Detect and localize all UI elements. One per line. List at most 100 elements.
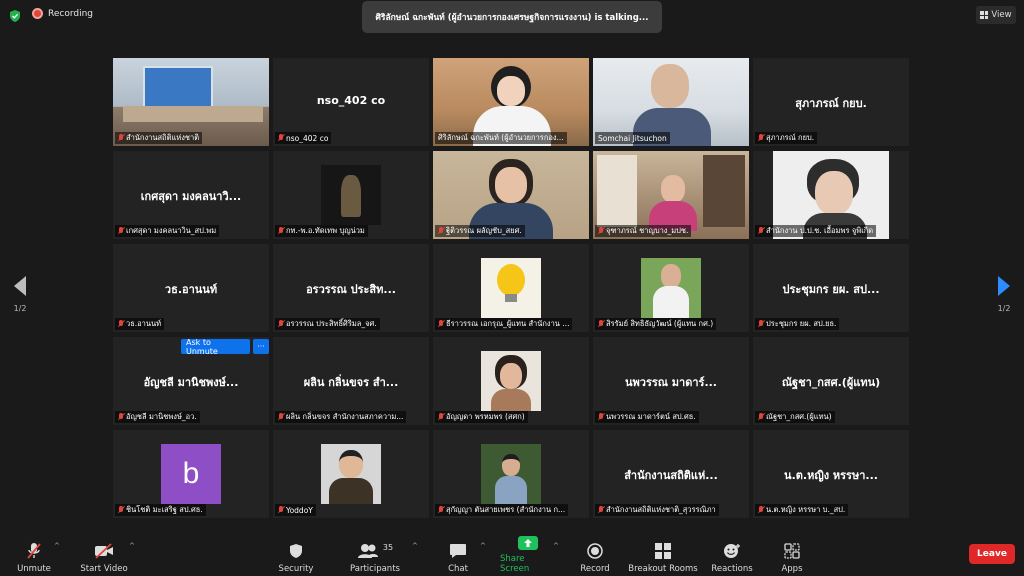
recording-dot-icon <box>32 8 43 19</box>
participants-label: Participants <box>350 564 400 574</box>
participant-name-label: กท.-พ.อ.ทัดเทพ บุญน่วม <box>275 225 368 237</box>
reactions-button[interactable]: Reactions <box>710 538 754 574</box>
profile-picture <box>481 258 541 318</box>
participants-count: 35 <box>382 542 394 552</box>
participant-name-label: ศิริลักษณ์ ฉกะพันท์ (ผู้อำนวยการกอง... <box>435 132 567 144</box>
muted-microphone-icon <box>26 542 42 560</box>
video-off-icon <box>94 542 114 560</box>
participant-name-label: ฐิติวรรณ ผลัญชับ_สยศ. <box>435 225 525 237</box>
participant-tile[interactable]: Somchai Jitsuchon <box>593 58 749 146</box>
participant-tile[interactable]: จุฑาภรณ์ ชาญบาง_มปช. <box>593 151 749 239</box>
breakout-rooms-icon <box>655 542 671 560</box>
apps-icon <box>784 542 800 560</box>
share-options-caret-icon[interactable]: ^ <box>553 542 559 550</box>
participant-display-name: อัญชลี มานิชพงษ์... <box>143 376 239 389</box>
breakout-rooms-button[interactable]: Breakout Rooms <box>628 538 698 574</box>
recording-indicator[interactable]: Recording <box>32 8 93 19</box>
muted-mic-icon <box>598 506 604 514</box>
chat-bubble-icon <box>449 542 467 560</box>
participant-display-name: อรวรรณ ประสิท... <box>306 283 396 296</box>
leave-button[interactable]: Leave <box>969 544 1015 564</box>
grid-view-icon <box>980 11 989 19</box>
participant-tile[interactable]: อรวรรณ ประสิท... อรวรรณ ประสิทธิ์ศิริมล_… <box>273 244 429 332</box>
participant-tile[interactable]: สำนักงาน ป.ป.ช. เอื้อมพร จูพิเกิด <box>753 151 909 239</box>
muted-mic-icon <box>118 134 124 142</box>
participants-button[interactable]: 35 Participants <box>346 538 404 575</box>
unmute-label: Unmute <box>17 564 51 574</box>
view-button[interactable]: View <box>976 6 1016 24</box>
share-screen-label: Share Screen <box>500 554 530 574</box>
participant-tile[interactable]: นพวรรณ มาดาร์... นพวรรณ มาดาร์ตน์ สป.ศธ. <box>593 337 749 425</box>
participant-tile[interactable]: Ask to Unmute ··· อัญชลี มานิชพงษ์... อั… <box>113 337 269 425</box>
unmute-button[interactable]: Unmute <box>14 538 54 574</box>
participant-tile-active-speaker[interactable]: ศิริลักษณ์ ฉกะพันท์ (ผู้อำนวยการกอง... <box>433 58 589 146</box>
page-indicator-right: 1/2 <box>997 304 1011 313</box>
muted-mic-icon <box>278 134 284 142</box>
participant-display-name: นพวรรณ มาดาร์... <box>625 376 717 389</box>
gallery-grid: สำนักงานสถิติแห่งชาติ nso_402 co nso_402… <box>113 58 911 518</box>
security-shield-icon[interactable] <box>8 9 22 23</box>
muted-mic-icon <box>118 413 124 421</box>
participant-tile[interactable]: YoddoY <box>273 430 429 518</box>
unmute-request-bar: Ask to Unmute ··· <box>181 338 269 356</box>
participant-tile[interactable]: ณัฐชา_กสศ.(ผู้แทน) ณัฐชา_กสศ.(ผู้แทน) <box>753 337 909 425</box>
participant-name-label: จุฑาภรณ์ ชาญบาง_มปช. <box>595 225 692 237</box>
muted-mic-icon <box>118 227 124 235</box>
share-screen-button[interactable]: Share Screen <box>500 536 556 574</box>
participant-name-label: เกศสุดา มงคลนาวิน_สป.พม <box>115 225 220 237</box>
participant-tile[interactable]: อัญญดา พรหมพร (สศก) <box>433 337 589 425</box>
more-options-button[interactable]: ··· <box>253 339 269 354</box>
apps-button[interactable]: Apps <box>774 538 810 574</box>
participant-tile[interactable]: ผลิน กลิ่นขจร สำ... ผลิน กลิ่นขจร สำนักง… <box>273 337 429 425</box>
security-shield-icon <box>289 542 303 560</box>
video-options-caret-icon[interactable]: ^ <box>129 542 135 550</box>
next-page-button[interactable]: 1/2 <box>992 276 1016 320</box>
participant-tile[interactable]: b ชินโชติ มะเสริฐ สป.ศธ. <box>113 430 269 518</box>
security-label: Security <box>278 564 314 574</box>
profile-picture <box>641 258 701 318</box>
participant-tile[interactable]: กท.-พ.อ.ทัดเทพ บุญน่วม <box>273 151 429 239</box>
participant-tile[interactable]: ธีราวรรณ เอกรุณ_ผู้แทน สำนักงาน ... <box>433 244 589 332</box>
participants-options-caret-icon[interactable]: ^ <box>412 542 418 550</box>
participant-display-name: น.ต.หญิง หรรษา... <box>784 469 878 482</box>
audio-options-caret-icon[interactable]: ^ <box>54 542 60 550</box>
participant-tile[interactable]: น.ต.หญิง หรรษา... น.ต.หญิง หรรษา บ._สป. <box>753 430 909 518</box>
participant-display-name: ณัฐชา_กสศ.(ผู้แทน) <box>781 376 881 389</box>
muted-mic-icon <box>598 413 604 421</box>
apps-label: Apps <box>781 564 803 574</box>
profile-picture <box>321 444 381 504</box>
chat-options-caret-icon[interactable]: ^ <box>480 542 486 550</box>
participant-tile[interactable]: ประชุมกร ยผ. สป... ประชุมกร ยผ. สป.ยธ. <box>753 244 909 332</box>
muted-mic-icon <box>278 413 284 421</box>
participant-tile[interactable]: สุภาภรณ์ กยบ. สุภาภรณ์ กยบ. <box>753 58 909 146</box>
muted-mic-icon <box>598 320 604 328</box>
start-video-button[interactable]: Start Video <box>78 538 130 574</box>
participant-tile[interactable]: ฐิติวรรณ ผลัญชับ_สยศ. <box>433 151 589 239</box>
security-button[interactable]: Security <box>276 538 316 574</box>
share-screen-icon <box>518 536 538 550</box>
participant-tile[interactable]: เกศสุดา มงคลนาวิ... เกศสุดา มงคลนาวิน_สป… <box>113 151 269 239</box>
participant-display-name: เกศสุดา มงคลนาวิ... <box>140 190 242 203</box>
arrow-right-icon <box>998 276 1010 296</box>
muted-mic-icon <box>758 320 764 328</box>
page-indicator-left: 1/2 <box>13 304 27 313</box>
participant-tile[interactable]: สุกัญญา ตันสายเพชร (สำนักงาน ก... <box>433 430 589 518</box>
participant-tile[interactable]: สำนักงานสถิติแห่... สำนักงานสถิติแห่งชาต… <box>593 430 749 518</box>
participant-name-label: สำนักงานสถิติแห่งชาติ_สุวรรณิภา <box>595 504 719 516</box>
participant-tile[interactable]: สำนักงานสถิติแห่งชาติ <box>113 58 269 146</box>
participant-tile[interactable]: nso_402 co nso_402 co <box>273 58 429 146</box>
previous-page-button[interactable]: 1/2 <box>8 276 32 320</box>
arrow-left-icon <box>14 276 26 296</box>
muted-mic-icon <box>278 320 284 328</box>
muted-mic-icon <box>438 506 444 514</box>
participant-display-name: ประชุมกร ยผ. สป... <box>782 283 880 296</box>
muted-mic-icon <box>438 413 444 421</box>
record-button[interactable]: Record <box>576 538 614 574</box>
ask-to-unmute-button[interactable]: Ask to Unmute <box>181 338 251 356</box>
participant-name-label: Somchai Jitsuchon <box>595 132 670 144</box>
participant-tile[interactable]: วธ.อานนท์ วธ.อานนท์ <box>113 244 269 332</box>
meeting-controls-toolbar: Unmute ^ Start Video ^ Security 35 Parti… <box>0 536 1024 576</box>
participant-tile[interactable]: สิรรัมย์ สิทธิธัญวัฒน์ (ผู้แทน กศ.) <box>593 244 749 332</box>
chat-button[interactable]: Chat <box>440 538 476 574</box>
participant-name-label: อัญชลี มานิชพงษ์_อว. <box>115 411 200 423</box>
